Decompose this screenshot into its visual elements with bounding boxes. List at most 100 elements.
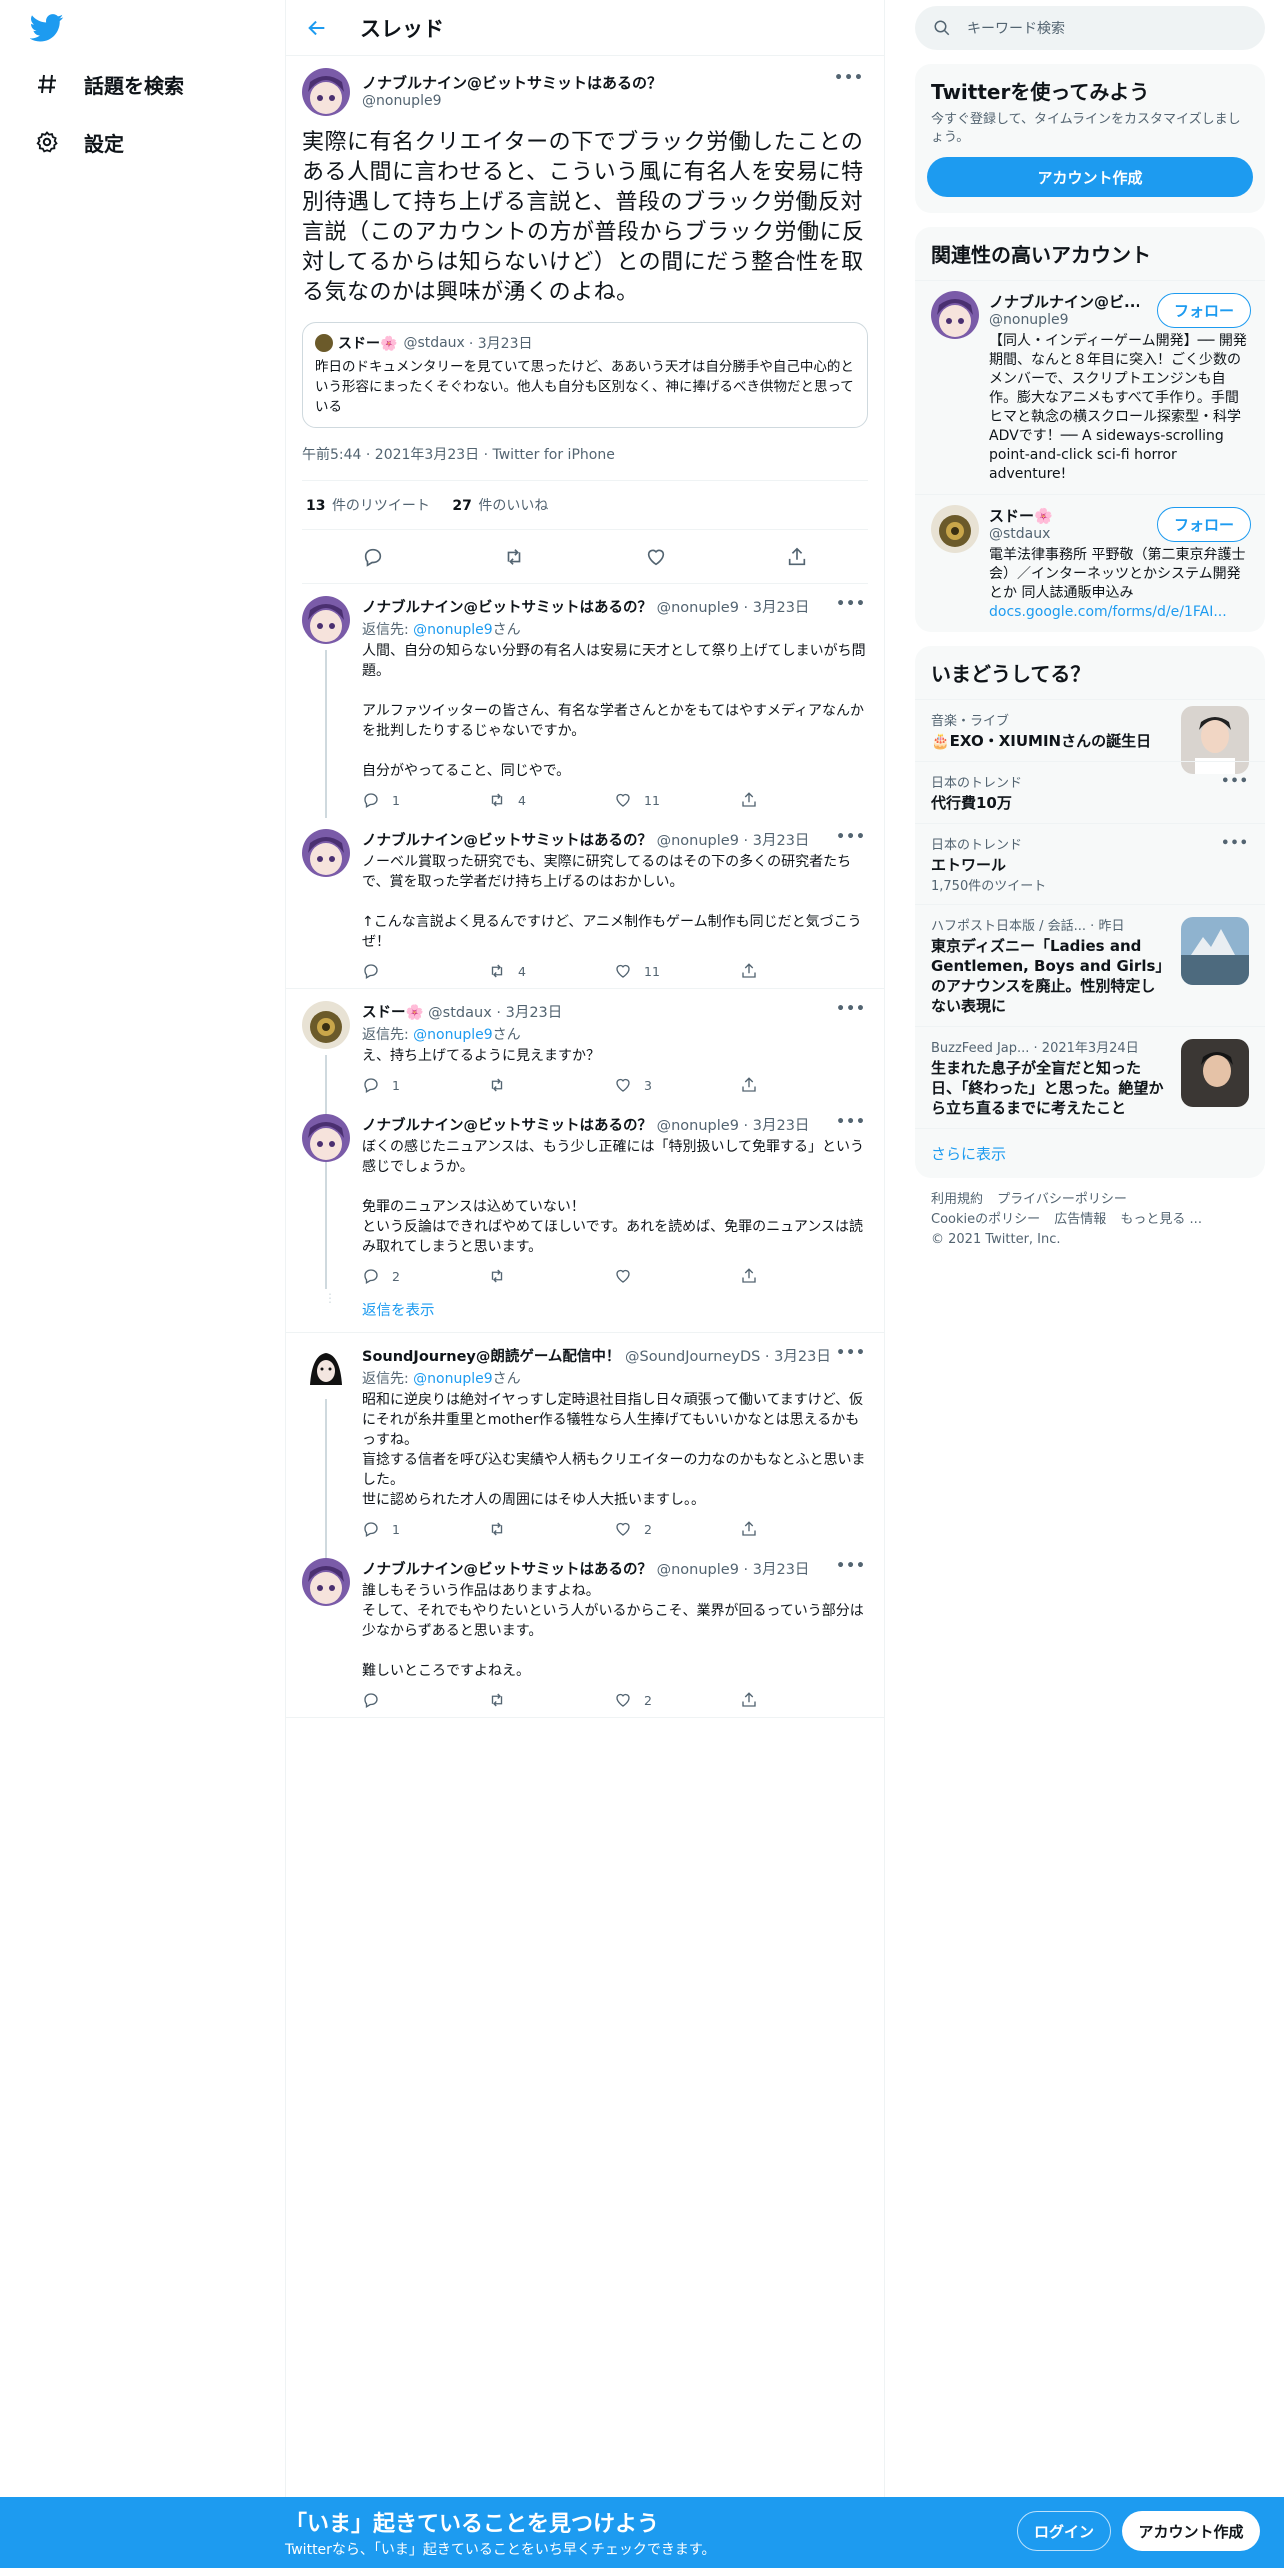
share-icon[interactable] (786, 546, 808, 568)
avatar[interactable] (302, 596, 350, 644)
author-name[interactable]: ノナブルナイン@ビットサミットはあるの？ (362, 72, 662, 93)
more-icon[interactable]: ••• (1221, 836, 1249, 851)
show-more-link[interactable]: さらに表示 (915, 1128, 1265, 1178)
footer-link-cookies[interactable]: Cookieのポリシー (931, 1212, 1040, 1227)
avatar[interactable] (931, 291, 979, 339)
nav-explore[interactable]: 話題を検索 (34, 64, 184, 104)
reply-icon[interactable] (362, 546, 384, 568)
retweet-icon[interactable] (503, 546, 525, 568)
trend-item[interactable]: ハフポスト日本版 / 会話... · 昨日 東京ディズニー「Ladies and… (915, 904, 1265, 1026)
follow-button[interactable]: フォロー (1156, 507, 1251, 542)
reply-tweet[interactable]: ノナブルナイン@ビットサミットはあるの？ @nonuple9 · 3月23日 ノ… (286, 817, 884, 988)
more-icon[interactable]: ••• (836, 596, 866, 612)
like-button[interactable]: 11 (614, 791, 740, 809)
footer-link-privacy[interactable]: プライバシーポリシー (997, 1192, 1127, 1207)
trend-item[interactable]: BuzzFeed Jap... · 2021年3月24日 生まれた息子が全盲だと… (915, 1026, 1265, 1128)
reply-button[interactable]: 1 (362, 791, 488, 809)
avatar[interactable] (302, 1558, 350, 1606)
nav-settings[interactable]: 設定 (34, 122, 124, 162)
retweet-button[interactable]: 4 (488, 791, 614, 809)
like-button[interactable]: 3 (614, 1076, 740, 1094)
account-item[interactable]: スドー🌸 @stdaux 電羊法律事務所 平野敬（第二東京弁護士会）／インターネ… (915, 494, 1265, 632)
reply-tweet[interactable]: SoundJourney@朗読ゲーム配信中！ @SoundJourneyDS ·… (286, 1333, 884, 1546)
retweet-button[interactable] (488, 1520, 614, 1538)
retweet-stat[interactable]: 13 件のリツイート (306, 498, 430, 514)
reply-author-handle[interactable]: @stdaux · 3月23日 (428, 1005, 562, 1021)
like-button[interactable]: 11 (614, 962, 740, 980)
trend-item[interactable]: 音楽・ライブ 🎂EXO・XIUMINさんの誕生日 (915, 699, 1265, 774)
main-column: スレッド ノナブルナイン@ビットサミットはあるの？ @nonuple9 ••• … (285, 0, 885, 2500)
create-account-button[interactable]: アカウント作成 (927, 157, 1253, 197)
reply-tweet[interactable]: ノナブルナイン@ビットサミットはあるの？ @nonuple9 · 3月23日 誰… (286, 1546, 884, 1717)
share-button[interactable] (740, 1076, 866, 1094)
share-button[interactable] (740, 1267, 866, 1285)
reply-button[interactable]: 1 (362, 1520, 488, 1538)
more-icon[interactable]: ••• (1221, 774, 1249, 789)
like-button[interactable] (614, 1267, 740, 1285)
twitter-logo-icon[interactable] (30, 14, 64, 42)
reply-author-name[interactable]: スドー🌸 (362, 1005, 424, 1021)
trend-item[interactable]: 日本のトレンド 代行費10万 ••• (915, 761, 1265, 823)
reply-to-link[interactable]: @nonuple9 (413, 1371, 492, 1387)
signup-button[interactable]: アカウント作成 (1122, 2511, 1260, 2551)
reply-tweet[interactable]: ノナブルナイン@ビットサミットはあるの？ @nonuple9 · 3月23日 ぼ… (286, 1102, 884, 1293)
tweet-meta[interactable]: 午前5:44 · 2021年3月23日 · Twitter for iPhone (302, 428, 868, 481)
more-icon[interactable]: ••• (836, 1558, 866, 1574)
show-replies-link[interactable]: ⋮ 返信を表示 (286, 1292, 884, 1332)
avatar[interactable] (302, 68, 350, 116)
more-icon[interactable]: ••• (836, 1345, 866, 1361)
reply-button[interactable] (362, 962, 488, 980)
share-button[interactable] (740, 791, 866, 809)
reply-author-name[interactable]: ノナブルナイン@ビットサミットはあるの？ (362, 1562, 652, 1578)
reply-tweet[interactable]: ノナブルナイン@ビットサミットはあるの？ @nonuple9 · 3月23日 返… (286, 584, 884, 817)
avatar[interactable] (931, 505, 979, 553)
share-button[interactable] (740, 962, 866, 980)
avatar[interactable] (302, 1114, 350, 1162)
reply-author-handle[interactable]: @nonuple9 · 3月23日 (657, 600, 810, 616)
share-button[interactable] (740, 1520, 866, 1538)
like-button[interactable]: 2 (614, 1691, 740, 1709)
reply-author-name[interactable]: ノナブルナイン@ビットサミットはあるの？ (362, 833, 652, 849)
reply-author-name[interactable]: ノナブルナイン@ビットサミットはあるの？ (362, 1118, 652, 1134)
more-icon[interactable]: ••• (836, 1114, 866, 1130)
account-item[interactable]: ノナブルナイン@ビ... @nonuple9 【同人・インディーゲーム開発】──… (915, 280, 1265, 494)
more-icon[interactable]: ••• (836, 829, 866, 845)
login-button[interactable]: ログイン (1017, 2511, 1111, 2551)
reply-button[interactable]: 2 (362, 1267, 488, 1285)
reply-author-handle[interactable]: @SoundJourneyDS · 3月23日 (625, 1349, 831, 1365)
trend-item[interactable]: 日本のトレンド エトワール 1,750件のツイート ••• (915, 823, 1265, 904)
search-input[interactable]: キーワード検索 (915, 6, 1265, 50)
reply-tweet[interactable]: スドー🌸 @stdaux · 3月23日 返信先: @nonuple9さん え、… (286, 989, 884, 1102)
like-icon[interactable] (645, 546, 667, 568)
share-button[interactable] (740, 1691, 866, 1709)
retweet-button[interactable]: 4 (488, 962, 614, 980)
quoted-tweet[interactable]: スドー🌸 @stdaux · 3月23日 昨日のドキュメンタリーを見ていて思った… (302, 322, 868, 428)
avatar[interactable] (302, 829, 350, 877)
reply-author-handle[interactable]: @nonuple9 · 3月23日 (657, 1562, 810, 1578)
author-handle[interactable]: @nonuple9 (362, 93, 662, 109)
avatar[interactable] (302, 1345, 350, 1393)
like-stat[interactable]: 27 件のいいね (452, 498, 548, 514)
avatar[interactable] (302, 1001, 350, 1049)
reply-author-name[interactable]: ノナブルナイン@ビットサミットはあるの？ (362, 600, 652, 616)
account-bio-link[interactable]: docs.google.com/forms/d/e/1FAI... (989, 604, 1227, 620)
reply-to-link[interactable]: @nonuple9 (413, 622, 492, 638)
back-arrow-icon[interactable] (306, 17, 328, 39)
reply-to-link[interactable]: @nonuple9 (413, 1027, 492, 1043)
reply-button[interactable] (362, 1691, 488, 1709)
reply-author-name[interactable]: SoundJourney@朗読ゲーム配信中！ (362, 1349, 620, 1365)
bottom-bar-title: 「いま」起きていることを見つけよう (285, 2512, 660, 2537)
reply-author-handle[interactable]: @nonuple9 · 3月23日 (657, 833, 810, 849)
more-icon[interactable]: ••• (836, 1001, 866, 1017)
footer-link-terms[interactable]: 利用規約 (931, 1192, 983, 1207)
retweet-button[interactable] (488, 1076, 614, 1094)
like-button[interactable]: 2 (614, 1520, 740, 1538)
retweet-button[interactable] (488, 1691, 614, 1709)
footer-link-more[interactable]: もっと見る ... (1120, 1212, 1202, 1227)
follow-button[interactable]: フォロー (1156, 293, 1251, 328)
retweet-button[interactable] (488, 1267, 614, 1285)
reply-author-handle[interactable]: @nonuple9 · 3月23日 (657, 1118, 810, 1134)
more-icon[interactable]: ••• (834, 70, 864, 86)
footer-link-ads[interactable]: 広告情報 (1054, 1212, 1106, 1227)
reply-button[interactable]: 1 (362, 1076, 488, 1094)
